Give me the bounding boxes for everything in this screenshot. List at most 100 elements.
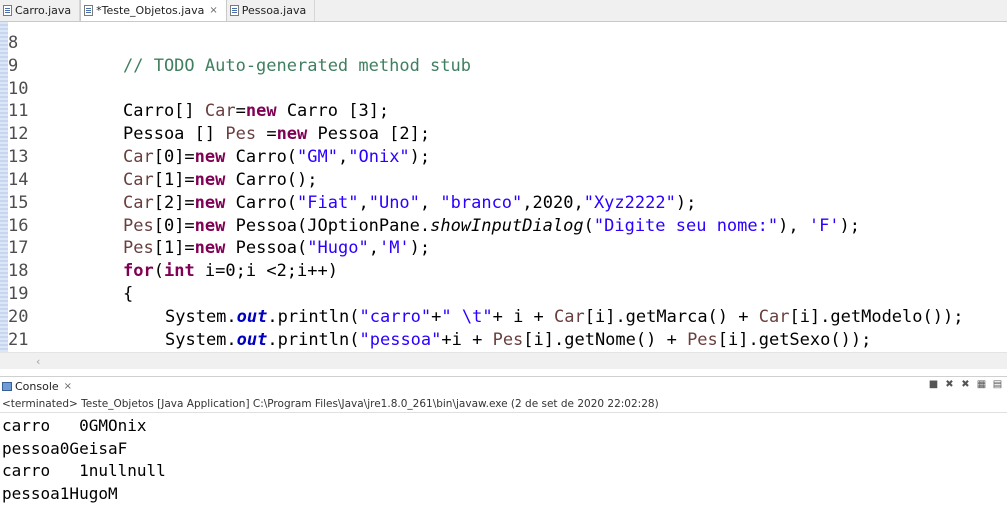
code-token: = — [235, 101, 246, 122]
code-variable: Pes — [123, 215, 154, 236]
code-token: .println( — [267, 329, 360, 350]
code-variable: Car — [204, 101, 236, 122]
remove-all-icon[interactable]: ✖ — [960, 379, 971, 390]
code-variable: Pes — [492, 329, 524, 350]
remove-launch-icon[interactable]: ✖ — [944, 379, 955, 390]
code-static-field: out — [236, 329, 268, 350]
view-menu-icon[interactable]: ▤ — [992, 379, 1003, 390]
code-token: ); — [409, 147, 431, 168]
code-keyword: new — [276, 124, 308, 145]
code-brace: { — [123, 284, 134, 305]
code-line: 22 — [0, 329, 61, 355]
code-variable: Pes — [123, 238, 154, 259]
console-tab-label: Console — [15, 380, 59, 393]
code-text: Car[1]=new Carro(); — [123, 169, 318, 192]
code-string: "carro" — [359, 306, 432, 327]
code-editor[interactable]: 8 // TODO Auto-generated method stub 9 1… — [0, 22, 1007, 355]
scroll-left-icon[interactable]: ‹ — [36, 355, 40, 368]
console-header: Console × ■ ✖ ✖ ▦ ▤ — [0, 376, 1007, 396]
code-token: Carro( — [225, 192, 298, 213]
code-token: + i + — [492, 306, 555, 327]
java-file-icon — [84, 5, 94, 16]
code-text: System.out.println("carro"+" \t"+ i + Ca… — [165, 306, 963, 329]
code-line: 17 for(int i=0;i <2;i++) — [0, 215, 338, 281]
code-string: "pessoa" — [359, 329, 442, 350]
close-icon[interactable]: × — [64, 381, 72, 392]
editor-tab-bar: Carro.java *Teste_Objetos.java × Pessoa.… — [0, 0, 1007, 22]
code-line: 20 System.out.println("pessoa"+i + Pes[i… — [0, 283, 871, 350]
code-line: 21 } — [0, 306, 133, 355]
code-static-field: out — [236, 306, 268, 327]
code-text: Car[2]=new Carro("Fiat","Uno", "branco",… — [123, 192, 696, 215]
divider — [0, 412, 1007, 413]
code-string: "Uno" — [368, 192, 420, 213]
code-token: [1]= — [153, 169, 195, 190]
code-line: 13 Car[1]=new Carro(); — [0, 123, 318, 190]
code-token: ); — [409, 238, 431, 259]
code-text: Pes[0]=new Pessoa(JOptionPane.showInputD… — [123, 215, 860, 238]
tab-pessoa-java[interactable]: Pessoa.java — [227, 0, 316, 21]
code-variable: Car — [554, 306, 585, 327]
code-text: Carro[] Car=new Carro [3]; — [123, 100, 389, 123]
editor-horizontal-scrollbar[interactable]: ‹ — [0, 352, 1007, 369]
code-token: [0]= — [153, 215, 195, 236]
code-keyword: new — [194, 147, 226, 168]
code-token: [0]= — [153, 147, 195, 168]
code-token: Carro(); — [225, 169, 318, 190]
console-output[interactable]: carro 0GMOnix pessoa0GeisaF carro 1nulln… — [2, 415, 166, 506]
code-line: 18 { — [0, 237, 133, 304]
close-icon[interactable]: × — [209, 5, 217, 16]
code-string: " \t" — [441, 306, 493, 327]
code-token: ), — [778, 215, 809, 236]
code-keyword: new — [245, 101, 277, 122]
tab-label: *Teste_Objetos.java — [96, 4, 205, 17]
code-token: [i].getMarca() + — [584, 306, 759, 327]
terminate-icon[interactable]: ■ — [928, 379, 939, 390]
code-token: Pessoa( — [225, 238, 308, 259]
code-variable: Car — [123, 169, 154, 190]
code-token: Pessoa [] — [123, 124, 226, 145]
tab-console[interactable]: Console × — [0, 377, 72, 397]
code-token: Carro[] — [123, 101, 205, 122]
code-string: "Fiat" — [297, 192, 359, 213]
code-token: [2]= — [153, 192, 195, 213]
code-comment: // TODO Auto-generated method stub — [123, 55, 471, 76]
code-token: Pessoa [2]; — [307, 124, 431, 145]
code-text: Car[0]=new Carro("GM","Onix"); — [123, 146, 430, 169]
code-string: "Digite seu nome:" — [593, 215, 779, 236]
tab-label: Pessoa.java — [241, 4, 307, 17]
code-token: .println( — [267, 306, 360, 327]
code-text: Pessoa [] Pes =new Pessoa [2]; — [123, 123, 430, 146]
code-token: , — [358, 192, 369, 213]
code-token: , — [368, 238, 379, 259]
console-launch-description: <terminated> Teste_Objetos [Java Applica… — [2, 398, 659, 410]
code-line: 11 Pessoa [] Pes =new Pessoa [2]; — [0, 78, 430, 144]
code-text: Pes[1]=new Pessoa("Hugo",'M'); — [123, 237, 430, 260]
code-token: System. — [165, 306, 237, 327]
code-keyword: int — [163, 261, 195, 282]
code-line: 10 Carro[] Car=new Carro [3]; — [0, 55, 389, 122]
code-string: "branco" — [440, 192, 523, 213]
code-token: ,2020, — [522, 192, 584, 213]
scroll-lock-icon[interactable]: ▦ — [976, 379, 987, 390]
code-token: [i].getSexo()); — [717, 329, 872, 350]
code-variable: Car — [123, 192, 154, 213]
code-token: Pessoa(JOptionPane. — [225, 215, 431, 236]
code-token: [1]= — [153, 238, 195, 259]
tab-carro-java[interactable]: Carro.java — [0, 0, 81, 21]
code-line: 14 Car[2]=new Carro("Fiat","Uno", "branc… — [0, 146, 696, 213]
console-output-line: pessoa0GeisaF — [2, 438, 128, 458]
code-token: ); — [675, 192, 697, 213]
code-line: 12 Car[0]=new Carro("GM","Onix"); — [0, 100, 430, 167]
code-variable: Car — [123, 147, 154, 168]
code-keyword: for — [123, 261, 154, 282]
code-line: 9 — [0, 32, 61, 76]
code-string: "Xyz2222" — [583, 192, 676, 213]
code-static-method: showInputDialog — [430, 215, 584, 236]
code-string: "Hugo" — [307, 238, 369, 259]
code-token: Carro( — [225, 147, 298, 168]
code-keyword: new — [194, 192, 226, 213]
code-string: 'F' — [808, 215, 840, 236]
tab-teste-objetos-java[interactable]: *Teste_Objetos.java × — [80, 0, 227, 21]
code-text: for(int i=0;i <2;i++) — [123, 260, 338, 283]
